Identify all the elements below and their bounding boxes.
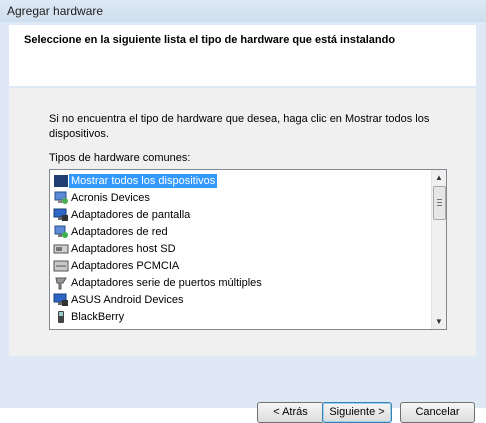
network-icon — [53, 225, 69, 239]
list-item-label: Acronis Devices — [71, 191, 150, 204]
button-bar: < Atrás Siguiente > Cancelar — [0, 362, 486, 423]
add-hardware-dialog: Agregar hardware Seleccione en la siguie… — [0, 0, 486, 423]
list-item[interactable]: Controladoras de almacenamiento — [51, 325, 431, 330]
monitor-icon — [53, 293, 69, 307]
sd-host-icon — [53, 242, 69, 256]
list-item[interactable]: Mostrar todos los dispositivos — [51, 172, 431, 189]
instruction-text: Si no encuentra el tipo de hardware que … — [49, 113, 430, 140]
window-title: Agregar hardware — [7, 4, 104, 18]
list-item-label: Controladoras de almacenamiento — [71, 328, 239, 330]
next-button[interactable]: Siguiente > — [322, 402, 392, 423]
vertical-scrollbar[interactable]: ▲ ▼ — [431, 170, 446, 329]
content-panel: Si no encuentra el tipo de hardware que … — [9, 88, 476, 356]
list-item[interactable]: Adaptadores de pantalla — [51, 206, 431, 223]
storage-controller-icon — [53, 327, 69, 330]
list-item[interactable]: Adaptadores serie de puertos múltiples — [51, 274, 431, 291]
list-item[interactable]: ASUS Android Devices — [51, 291, 431, 308]
list-item-label: ASUS Android Devices — [71, 293, 184, 306]
list-items: Mostrar todos los dispositivos Acronis De… — [51, 172, 431, 330]
device-icon — [53, 191, 69, 205]
page-heading: Seleccione en la siguiente lista el tipo… — [24, 34, 396, 46]
list-item[interactable]: Adaptadores de red — [51, 223, 431, 240]
scroll-up-arrow-icon[interactable]: ▲ — [432, 170, 446, 185]
hardware-types-label: Tipos de hardware comunes: — [49, 152, 191, 164]
blackberry-icon — [53, 310, 69, 324]
scroll-thumb[interactable] — [433, 186, 446, 220]
title-bar[interactable]: Agregar hardware — [0, 0, 486, 22]
cancel-button[interactable]: Cancelar — [400, 402, 475, 423]
monitor-icon — [53, 208, 69, 222]
list-item-label: Adaptadores de pantalla — [71, 208, 191, 221]
header-panel: Seleccione en la siguiente lista el tipo… — [9, 25, 476, 86]
pcmcia-icon — [53, 259, 69, 273]
list-item-label: Adaptadores serie de puertos múltiples — [71, 276, 262, 289]
list-item-label: Adaptadores PCMCIA — [71, 259, 180, 272]
back-button[interactable]: < Atrás — [257, 402, 324, 423]
list-item[interactable]: BlackBerry — [51, 308, 431, 325]
serial-port-icon — [53, 276, 69, 290]
list-item-label: Adaptadores de red — [71, 225, 168, 238]
list-item[interactable]: Adaptadores PCMCIA — [51, 257, 431, 274]
list-item-label: BlackBerry — [71, 310, 125, 323]
hardware-types-list[interactable]: Mostrar todos los dispositivos Acronis De… — [49, 169, 447, 330]
list-item[interactable]: Acronis Devices — [51, 189, 431, 206]
scroll-down-arrow-icon[interactable]: ▼ — [432, 314, 446, 329]
list-item[interactable]: Adaptadores host SD — [51, 240, 431, 257]
list-item-label: Adaptadores host SD — [71, 242, 176, 255]
list-item-label: Mostrar todos los dispositivos — [69, 173, 218, 188]
all-devices-icon — [53, 174, 69, 188]
